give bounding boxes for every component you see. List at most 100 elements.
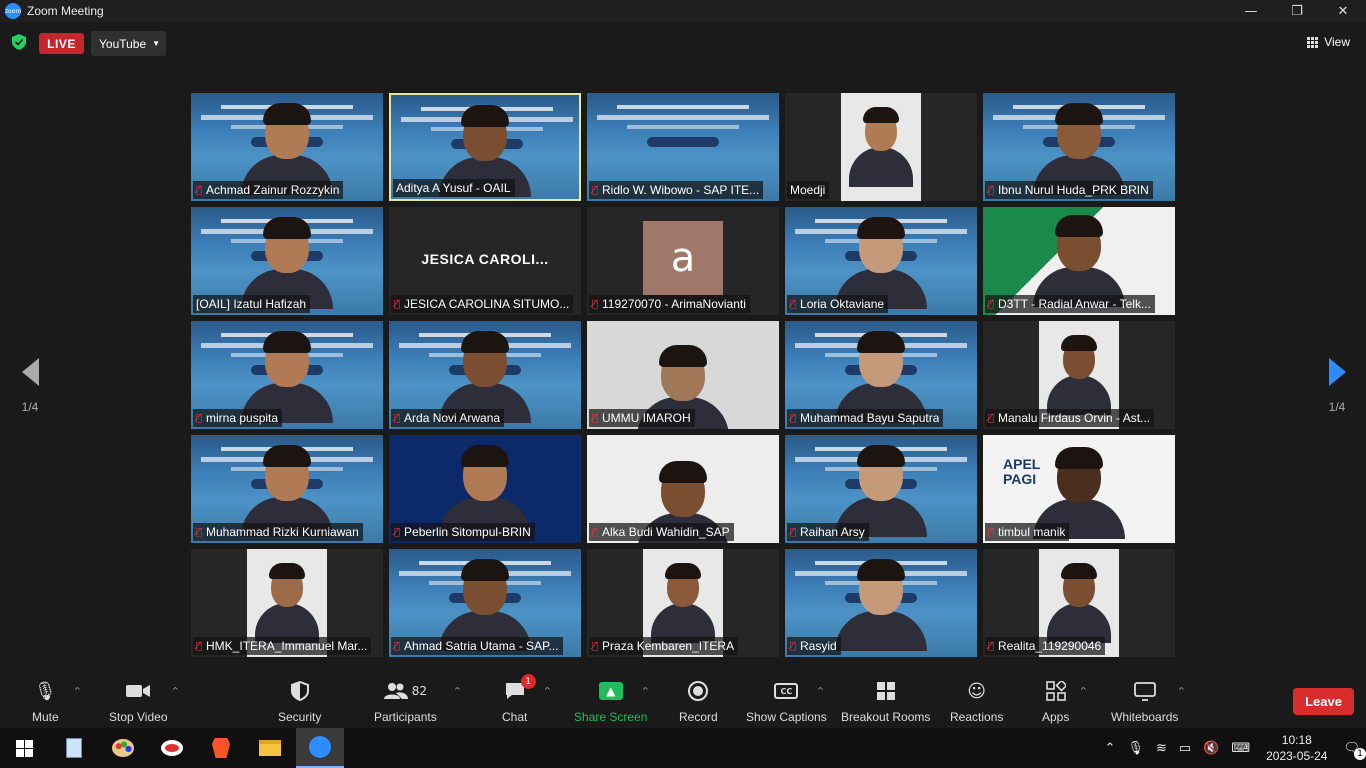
- wifi-icon[interactable]: ≋: [1156, 741, 1167, 756]
- muted-mic-icon: 🎙̸: [790, 640, 797, 652]
- whiteboards-options-caret[interactable]: ^: [1178, 686, 1185, 695]
- participant-name: Arda Novi Arwana: [404, 411, 501, 425]
- live-badge[interactable]: LIVE: [39, 33, 84, 54]
- stop-video-button[interactable]: Stop Video: [109, 678, 168, 724]
- clock-date: 2023-05-24: [1266, 749, 1328, 763]
- microphone-tray-icon[interactable]: 🎙: [1127, 741, 1144, 756]
- minimize-button[interactable]: —: [1228, 0, 1274, 22]
- participant-name: [OAIL] Izatul Hafizah: [196, 297, 307, 311]
- participant-tile[interactable]: 🎙̸ Praza Kembaren_ITERA: [587, 549, 779, 657]
- battery-icon[interactable]: ▭: [1179, 741, 1191, 756]
- participant-tile[interactable]: 🎙̸ Muhammad Bayu Saputra: [785, 321, 977, 429]
- notepad-taskbar-icon[interactable]: [50, 728, 98, 768]
- closed-captions-icon: CC: [774, 683, 799, 699]
- reactions-button[interactable]: ☺ Reactions: [950, 678, 1003, 725]
- breakout-rooms-button[interactable]: Breakout Rooms: [841, 678, 930, 724]
- notifications-icon[interactable]: 🗨 1: [1343, 741, 1366, 760]
- participant-tile[interactable]: 🎙̸ Rasyid: [785, 549, 977, 657]
- previous-page-button[interactable]: 1/4: [15, 358, 45, 414]
- participant-name: mirna puspita: [206, 411, 279, 425]
- show-captions-button[interactable]: CC Show Captions: [746, 678, 827, 724]
- participant-tile[interactable]: 🎙̸ Achmad Zainur Rozzykin: [191, 93, 383, 201]
- participant-name: Rasyid: [800, 639, 837, 653]
- file-explorer-taskbar-icon[interactable]: [246, 728, 294, 768]
- chat-button[interactable]: 1 Chat: [502, 674, 536, 724]
- record-button[interactable]: Record: [679, 678, 718, 724]
- participant-tile[interactable]: 🎙̸ Raihan Arsy: [785, 435, 977, 543]
- arrow-left-icon: [21, 358, 39, 386]
- participant-tile[interactable]: [OAIL] Izatul Hafizah: [191, 207, 383, 315]
- show-hidden-icons-icon[interactable]: ⌃: [1105, 741, 1116, 756]
- window-title: Zoom Meeting: [27, 4, 104, 18]
- stream-target-dropdown[interactable]: YouTube ▼: [91, 31, 166, 56]
- whiteboards-button[interactable]: Whiteboards: [1111, 678, 1178, 724]
- participant-tile[interactable]: APEL PAGI 🎙̸ timbul manik: [983, 435, 1175, 543]
- participant-tile[interactable]: JESICA CAROLI... 🎙̸ JESICA CAROLINA SITUMO…: [389, 207, 581, 315]
- next-page-button[interactable]: 1/4: [1322, 358, 1352, 414]
- participant-tile[interactable]: 🎙̸ mirna puspita: [191, 321, 383, 429]
- view-button[interactable]: View: [1307, 35, 1350, 49]
- participant-name: Muhammad Bayu Saputra: [800, 411, 940, 425]
- participant-tile[interactable]: 🎙̸ Alka Budi Wahidin_SAP: [587, 435, 779, 543]
- participant-display-name: JESICA CAROLI...: [421, 251, 549, 267]
- windows-start-button[interactable]: [0, 728, 48, 768]
- captions-options-caret[interactable]: ^: [817, 686, 824, 695]
- participant-tile[interactable]: 🎙̸ Ahmad Satria Utama - SAP...: [389, 549, 581, 657]
- participant-tile[interactable]: 🎙̸ Ridlo W. Wibowo - SAP ITE...: [587, 93, 779, 201]
- keyboard-icon[interactable]: ⌨: [1231, 741, 1250, 756]
- participant-name-label: 🎙̸ Arda Novi Arwana: [391, 409, 505, 427]
- participant-tile[interactable]: Aditya A Yusuf - OAIL: [389, 93, 581, 201]
- share-screen-icon-wrap: ▲: [598, 678, 623, 704]
- participants-options-caret[interactable]: ^: [454, 686, 461, 695]
- participant-tile[interactable]: 🎙̸ D3TT - Radial Anwar - Telk...: [983, 207, 1175, 315]
- snipping-tool-taskbar-icon[interactable]: [148, 728, 196, 768]
- participant-tile[interactable]: 🎙̸ HMK_ITERA_Immanuel Mar...: [191, 549, 383, 657]
- chat-bubble-icon: 1: [504, 674, 536, 704]
- mute-button[interactable]: 🎙 Mute: [32, 678, 59, 725]
- video-options-caret[interactable]: ^: [172, 686, 179, 695]
- participant-video-figure: [849, 107, 913, 187]
- participant-tile[interactable]: 🎙̸ Peberlin Sitompul-BRIN: [389, 435, 581, 543]
- participant-name: 119270070 - ArimaNovianti: [602, 297, 746, 311]
- close-button[interactable]: ✕: [1320, 0, 1366, 22]
- clock-time: 10:18: [1281, 733, 1312, 747]
- participant-tile[interactable]: Moedji: [785, 93, 977, 201]
- muted-mic-icon: 🎙̸: [196, 412, 203, 424]
- share-screen-button[interactable]: ▲ Share Screen: [574, 678, 647, 724]
- participant-name-label: 🎙̸ Realita_119290046: [985, 637, 1106, 655]
- participants-button[interactable]: 82 Participants: [374, 678, 437, 724]
- participant-tile[interactable]: 🎙̸ Manalu Firdaus Orvin - Ast...: [983, 321, 1175, 429]
- system-clock[interactable]: 10:18 2023-05-24: [1266, 732, 1327, 764]
- volume-muted-icon[interactable]: 🔇: [1203, 741, 1219, 756]
- leave-button[interactable]: Leave: [1293, 688, 1354, 715]
- audio-options-caret[interactable]: ^: [74, 686, 81, 695]
- muted-mic-icon: 🎙̸: [988, 184, 995, 196]
- security-shield-icon[interactable]: [12, 34, 26, 50]
- apps-options-caret[interactable]: ^: [1080, 686, 1087, 695]
- muted-mic-icon: 🎙̸: [592, 184, 599, 196]
- security-button[interactable]: Security: [278, 678, 321, 724]
- participant-tile[interactable]: 🎙̸ UMMU IMAROH: [587, 321, 779, 429]
- participant-tile[interactable]: 🎙̸ Loria Oktaviane: [785, 207, 977, 315]
- participant-video-figure: [835, 559, 927, 651]
- brave-browser-taskbar-icon[interactable]: [197, 728, 245, 768]
- participant-name-label: Aditya A Yusuf - OAIL: [393, 179, 515, 197]
- share-options-caret[interactable]: ^: [642, 686, 649, 695]
- participant-tile[interactable]: 🎙̸ Ibnu Nurul Huda_PRK BRIN: [983, 93, 1175, 201]
- participant-name: Loria Oktaviane: [800, 297, 885, 311]
- paint-taskbar-icon[interactable]: [99, 728, 147, 768]
- participant-video-figure: [1033, 215, 1125, 307]
- participant-name: Praza Kembaren_ITERA: [602, 639, 735, 653]
- muted-mic-icon: 🎙̸: [988, 640, 995, 652]
- participant-tile[interactable]: 🎙̸ Realita_119290046: [983, 549, 1175, 657]
- participant-tile[interactable]: 🎙̸ Arda Novi Arwana: [389, 321, 581, 429]
- participant-tile[interactable]: 🎙̸ Muhammad Rizki Kurniawan: [191, 435, 383, 543]
- notifications-count: 1: [1354, 747, 1366, 760]
- apps-button[interactable]: Apps: [1042, 678, 1069, 724]
- zoom-taskbar-icon[interactable]: [296, 728, 344, 768]
- participant-tile[interactable]: a 🎙̸ 119270070 - ArimaNovianti: [587, 207, 779, 315]
- share-screen-label: Share Screen: [574, 710, 648, 724]
- maximize-button[interactable]: ❐: [1274, 0, 1320, 22]
- chat-options-caret[interactable]: ^: [544, 686, 551, 695]
- muted-mic-icon: 🎙̸: [394, 640, 401, 652]
